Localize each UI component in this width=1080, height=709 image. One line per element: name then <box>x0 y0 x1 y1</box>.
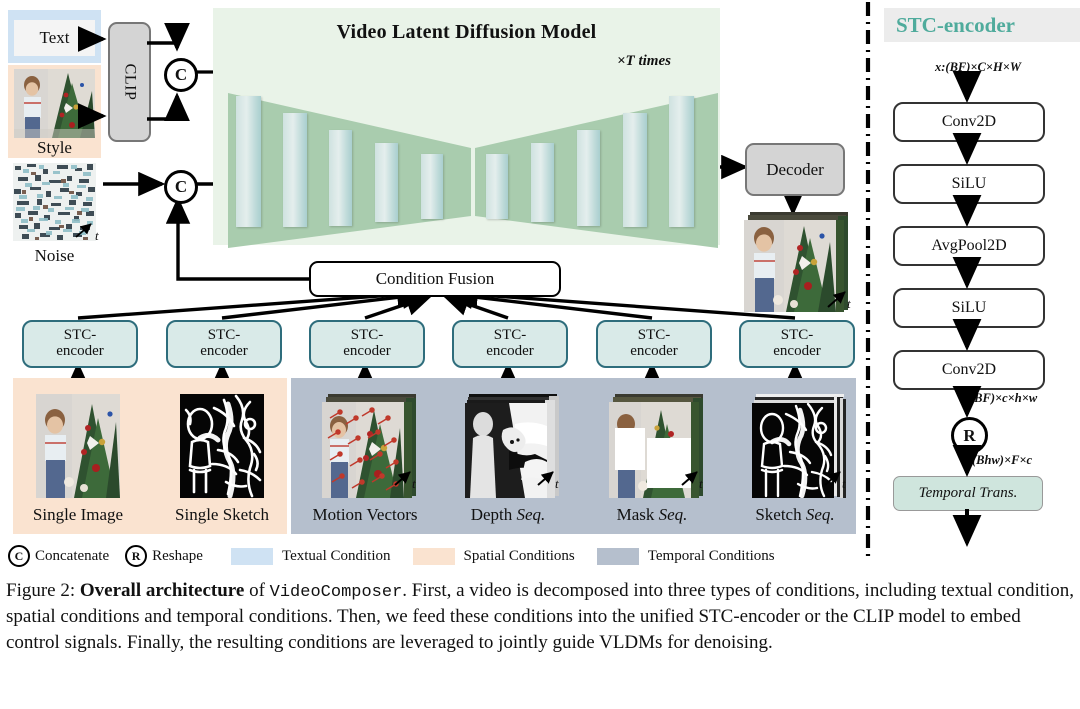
condition-label-sketch-main: Sketch <box>755 505 806 525</box>
legend-label-textual: Textual Condition <box>281 547 391 564</box>
caption-bold-phrase: Overall architecture <box>79 580 245 601</box>
figure-root: Text Style t Noise CLIP C C Video Latent… <box>0 0 1080 709</box>
stc-line2: encoder <box>630 343 678 359</box>
unet-block-down-4 <box>375 143 398 222</box>
condition-label-mask-wrap: Mask Seq. <box>587 503 717 527</box>
condition-label-single-sketch: Single Sketch <box>175 505 269 525</box>
condition-label-single-image-wrap: Single Image <box>13 503 143 527</box>
legend-label-spatial: Spatial Conditions <box>463 547 575 564</box>
stc-line1: STC- <box>207 327 241 344</box>
legend-reshape-icon: R <box>125 545 148 567</box>
condition-label-depth-seq: Seq. <box>516 505 546 525</box>
stc-encoder-box-2[interactable]: STC- encoder <box>166 320 282 368</box>
stc-line1: STC- <box>493 327 527 344</box>
stc-encoder-box-1[interactable]: STC- encoder <box>22 320 138 368</box>
condition-label-single-sketch-wrap: Single Sketch <box>157 503 287 527</box>
mask-time-label: t <box>699 476 703 491</box>
concat-circle-text-style: C <box>164 58 198 92</box>
stc-line2: encoder <box>486 343 534 359</box>
stc-line1: STC- <box>63 327 97 344</box>
condition-label-motion-wrap: Motion Vectors <box>300 503 430 527</box>
condition-label-mask-seq: Seq. <box>658 505 688 525</box>
output-time-label: t <box>847 296 851 311</box>
unet-block-up-1 <box>486 154 508 219</box>
stc-line2: encoder <box>56 343 104 359</box>
stc-encoder-box-6[interactable]: STC- encoder <box>739 320 855 368</box>
condition-fusion-box[interactable]: Condition Fusion <box>309 261 561 297</box>
motion-time-label: t <box>412 476 416 491</box>
concat-circle-noise: C <box>164 170 198 204</box>
unet-block-down-3 <box>329 130 352 226</box>
condition-label-depth-wrap: Depth Seq. <box>443 503 573 527</box>
legend-concat-icon: C <box>8 545 30 567</box>
decoder-label: Decoder <box>766 159 824 179</box>
legend-label-temporal: Temporal Conditions <box>647 547 775 564</box>
figure-caption: Figure 2: Overall architecture of VideoC… <box>6 578 1076 655</box>
unet-block-down-5 <box>421 154 443 219</box>
unet-block-up-3 <box>577 130 600 226</box>
condition-fusion-label: Condition Fusion <box>375 269 495 288</box>
condition-label-motion-vectors: Motion Vectors <box>312 505 418 525</box>
concat-symbol: C <box>174 65 188 84</box>
stc-panel-arrows <box>952 71 982 547</box>
condition-label-depth-main: Depth <box>470 505 517 525</box>
decoder-box[interactable]: Decoder <box>745 143 845 196</box>
condition-label-mask-main: Mask <box>616 505 659 525</box>
unet-block-up-2 <box>531 143 554 222</box>
unet-block-down-1 <box>236 96 261 227</box>
caption-figure-number: Figure 2: <box>6 580 76 601</box>
legend-swatch-temporal <box>596 547 639 565</box>
unet-block-up-4 <box>623 113 647 227</box>
condition-label-sketch-wrap: Sketch Seq. <box>730 503 860 527</box>
stc-encoder-box-3[interactable]: STC- encoder <box>309 320 425 368</box>
stc-encoder-box-5[interactable]: STC- encoder <box>596 320 712 368</box>
caption-of: of <box>244 580 270 601</box>
unet-block-down-2 <box>283 113 307 227</box>
concat-symbol-2: C <box>174 177 188 196</box>
sketch-time-label: t <box>842 476 846 491</box>
stc-line1: STC- <box>350 327 384 344</box>
stc-encoder-box-4[interactable]: STC- encoder <box>452 320 568 368</box>
stc-line2: encoder <box>200 343 248 359</box>
unet-block-up-5 <box>669 96 694 227</box>
stc-line2: encoder <box>343 343 391 359</box>
panel-divider <box>865 2 871 562</box>
caption-model-name: VideoComposer <box>269 583 403 602</box>
stc-line1: STC- <box>780 327 814 344</box>
stc-line2: encoder <box>773 343 821 359</box>
legend-swatch-textual <box>230 547 273 565</box>
legend-row: C Concatenate R Reshape Textual Conditio… <box>8 544 868 568</box>
condition-thumb-single-image <box>36 394 120 498</box>
condition-label-sketch-seq: Seq. <box>805 505 835 525</box>
output-time-axis <box>827 291 846 308</box>
stc-line1: STC- <box>637 327 671 344</box>
legend-swatch-spatial <box>412 547 455 565</box>
legend-reshape-label: Reshape <box>152 547 203 564</box>
depth-time-label: t <box>555 476 559 491</box>
condition-thumb-single-sketch <box>180 394 264 498</box>
legend-concat-label: Concatenate <box>35 547 110 564</box>
condition-label-single-image: Single Image <box>32 505 124 525</box>
